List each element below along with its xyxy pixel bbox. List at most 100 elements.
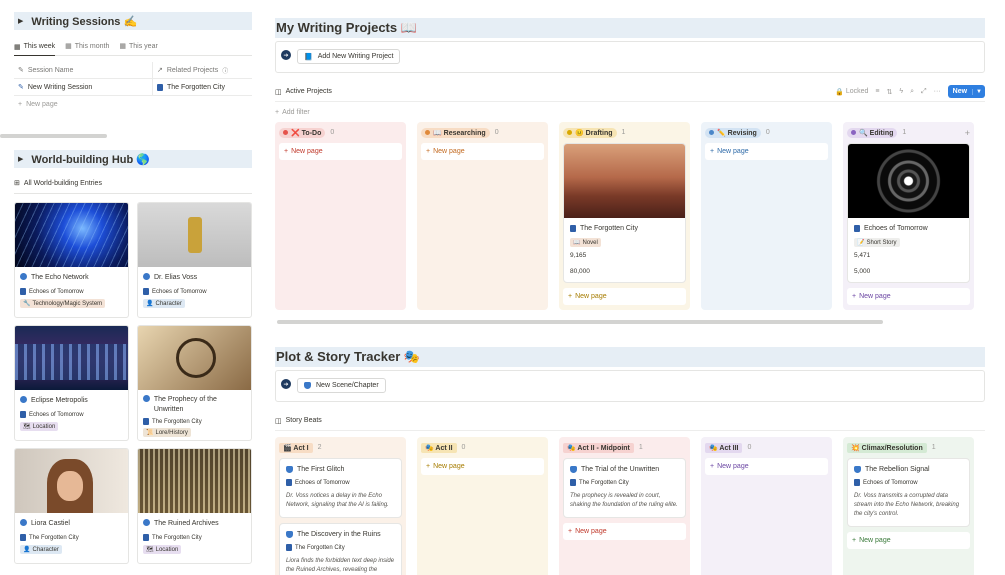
tag-label: Character <box>32 546 59 553</box>
page-icon <box>570 479 576 486</box>
table-icon: ▦ <box>14 43 21 51</box>
page-icon <box>157 83 163 91</box>
status-dot-icon <box>425 130 430 135</box>
gallery-view-tab[interactable]: ⊞ All World-building Entries <box>14 179 252 194</box>
plus-icon: + <box>710 463 715 470</box>
column-header-session[interactable]: ✎ Session Name <box>14 62 152 78</box>
toggle-triangle-icon[interactable]: ▶ <box>18 17 23 25</box>
toggle-triangle-icon[interactable]: ▶ <box>18 155 23 163</box>
table-icon: ▦ <box>65 43 72 50</box>
cover-image <box>848 144 969 218</box>
column-count: 0 <box>461 444 466 451</box>
session-name-cell[interactable]: ✎ New Writing Session <box>14 79 152 95</box>
gallery-card[interactable]: Liora Castiel The Forgotten City 👤 Charac… <box>14 448 129 564</box>
expand-icon[interactable]: ⤢ <box>921 88 927 96</box>
plus-icon: + <box>284 148 289 155</box>
page-icon <box>20 288 26 295</box>
chevron-down-icon[interactable]: ▼ <box>972 88 985 95</box>
status-badge[interactable]: ❌ To-Do <box>279 127 326 138</box>
column-header: ✏️ Revising 0 <box>705 126 828 139</box>
gallery-card[interactable]: The Echo Network Echoes of Tomorrow 🔧 Tec… <box>14 202 129 318</box>
act-badge[interactable]: 🎬 Act I <box>279 442 313 453</box>
projects-title: My Writing Projects 📖 <box>275 18 985 38</box>
cell-text: The Forgotten City <box>167 83 225 91</box>
writing-sessions-toggle[interactable]: ▶ Writing Sessions ✍️ <box>14 12 252 30</box>
gallery-card[interactable]: The Prophecy of the Unwritten The Forgot… <box>137 325 252 441</box>
plus-icon: + <box>275 109 280 116</box>
gallery-card[interactable]: Eclipse Metropolis Echoes of Tomorrow 🗺 L… <box>14 325 129 441</box>
new-page-label: New page <box>291 148 323 155</box>
scene-card[interactable]: The Trial of the Unwritten The Forgotten… <box>563 458 686 518</box>
act-badge[interactable]: 💥 Climax/Resolution <box>847 442 927 453</box>
note-icon: 📝 <box>857 240 865 246</box>
new-page-button[interactable]: + New page <box>705 458 828 475</box>
filter-icon[interactable]: ≡ <box>875 88 879 95</box>
column-header: ❌ To-Do 0 <box>279 126 402 139</box>
horizontal-scrollbar[interactable] <box>0 134 107 138</box>
tab-this-year[interactable]: ▦ This year <box>119 42 157 51</box>
status-badge[interactable]: 📖 Researching <box>421 127 490 138</box>
page-icon <box>854 225 860 232</box>
new-page-label: New page <box>859 537 891 544</box>
tab-label: This week <box>23 43 56 50</box>
new-page-button[interactable]: + New page <box>563 288 686 305</box>
related-project-cell[interactable]: The Forgotten City <box>152 79 252 95</box>
act-badge[interactable]: 🎭 Act II <box>421 442 457 453</box>
board-column-drafting: 😐 Drafting 1 The Forgotten City 📖 Novel 9… <box>559 122 690 310</box>
add-column-plus-icon[interactable]: + <box>965 128 970 138</box>
cover-image <box>15 203 128 267</box>
scene-card[interactable]: The First Glitch Echoes of Tomorrow Dr. … <box>279 458 402 518</box>
act-label: 🎭 Act II - Midpoint <box>567 444 630 452</box>
project-card[interactable]: The Forgotten City 📖 Novel 9,165 80,000 <box>563 143 686 283</box>
board-horizontal-scrollbar[interactable] <box>277 320 883 324</box>
add-filter-label: Add filter <box>282 109 310 116</box>
world-building-section: ▶ World-building Hub 🌎 ⊞ All World-build… <box>14 150 252 564</box>
tab-this-month[interactable]: ▦ This month <box>65 42 109 51</box>
gallery-card[interactable]: Dr. Elias Voss Echoes of Tomorrow 👤 Chara… <box>137 202 252 318</box>
tag-label: Technology/Magic System <box>32 300 103 307</box>
status-badge[interactable]: 😐 Drafting <box>563 127 617 138</box>
new-page-button[interactable]: + New page <box>847 532 970 549</box>
status-badge[interactable]: 🔍 Editing <box>847 127 898 138</box>
database-title[interactable]: Story Beats <box>286 417 322 424</box>
more-icon[interactable]: ··· <box>934 88 941 95</box>
globe-icon <box>143 395 150 402</box>
project-card[interactable]: Echoes of Tomorrow 📝 Short Story 5,471 5,… <box>847 143 970 283</box>
tab-this-week[interactable]: ▦ This week <box>14 42 56 56</box>
table-row[interactable]: ✎ New Writing Session The Forgotten City <box>14 79 252 96</box>
new-scene-button[interactable]: New Scene/Chapter <box>297 378 386 393</box>
new-page-button[interactable]: + New page <box>847 288 970 305</box>
add-filter-button[interactable]: + Add filter <box>275 109 985 116</box>
scene-card[interactable]: The Discovery in the Ruins The Forgotten… <box>279 523 402 575</box>
act-badge[interactable]: 🎭 Act III <box>705 442 743 453</box>
page-icon <box>20 411 26 418</box>
scene-card[interactable]: The Rebellion Signal Echoes of Tomorrow … <box>847 458 970 527</box>
database-title[interactable]: Active Projects <box>286 88 332 95</box>
new-page-button[interactable]: + New page <box>705 143 828 160</box>
act-badge[interactable]: 🎭 Act II - Midpoint <box>563 442 634 453</box>
column-header: 🎬 Act I 2 <box>279 441 402 454</box>
add-project-button[interactable]: 📘 Add New Writing Project <box>297 49 401 64</box>
status-badge[interactable]: ✏️ Revising <box>705 127 761 138</box>
sort-icon[interactable]: ⇅ <box>887 88 893 96</box>
new-page-button[interactable]: + New page <box>421 458 544 475</box>
new-page-button[interactable]: + New page <box>421 143 544 160</box>
type-badge: 📝 Short Story <box>854 238 900 247</box>
globe-icon <box>143 519 150 526</box>
lightning-icon[interactable]: ϟ <box>899 88 903 95</box>
locked-label[interactable]: Locked <box>846 88 869 95</box>
column-count: 0 <box>765 129 770 136</box>
search-icon[interactable]: ⌕ <box>910 88 914 96</box>
new-page-row[interactable]: + New page <box>14 96 252 113</box>
new-page-label: New page <box>575 528 607 535</box>
column-label: Session Name <box>27 66 74 74</box>
new-page-button[interactable]: + New page <box>279 143 402 160</box>
column-header: 💥 Climax/Resolution 1 <box>847 441 970 454</box>
world-building-toggle[interactable]: ▶ World-building Hub 🌎 <box>14 150 252 168</box>
new-button[interactable]: New ▼ <box>947 85 985 98</box>
column-header-projects[interactable]: ↗ Related Projects ⓘ <box>152 62 252 78</box>
new-page-button[interactable]: + New page <box>563 523 686 540</box>
database-header: ◫ Story Beats <box>275 411 985 431</box>
column-count: 1 <box>621 129 626 136</box>
gallery-card[interactable]: The Ruined Archives The Forgotten City 🗺… <box>137 448 252 564</box>
